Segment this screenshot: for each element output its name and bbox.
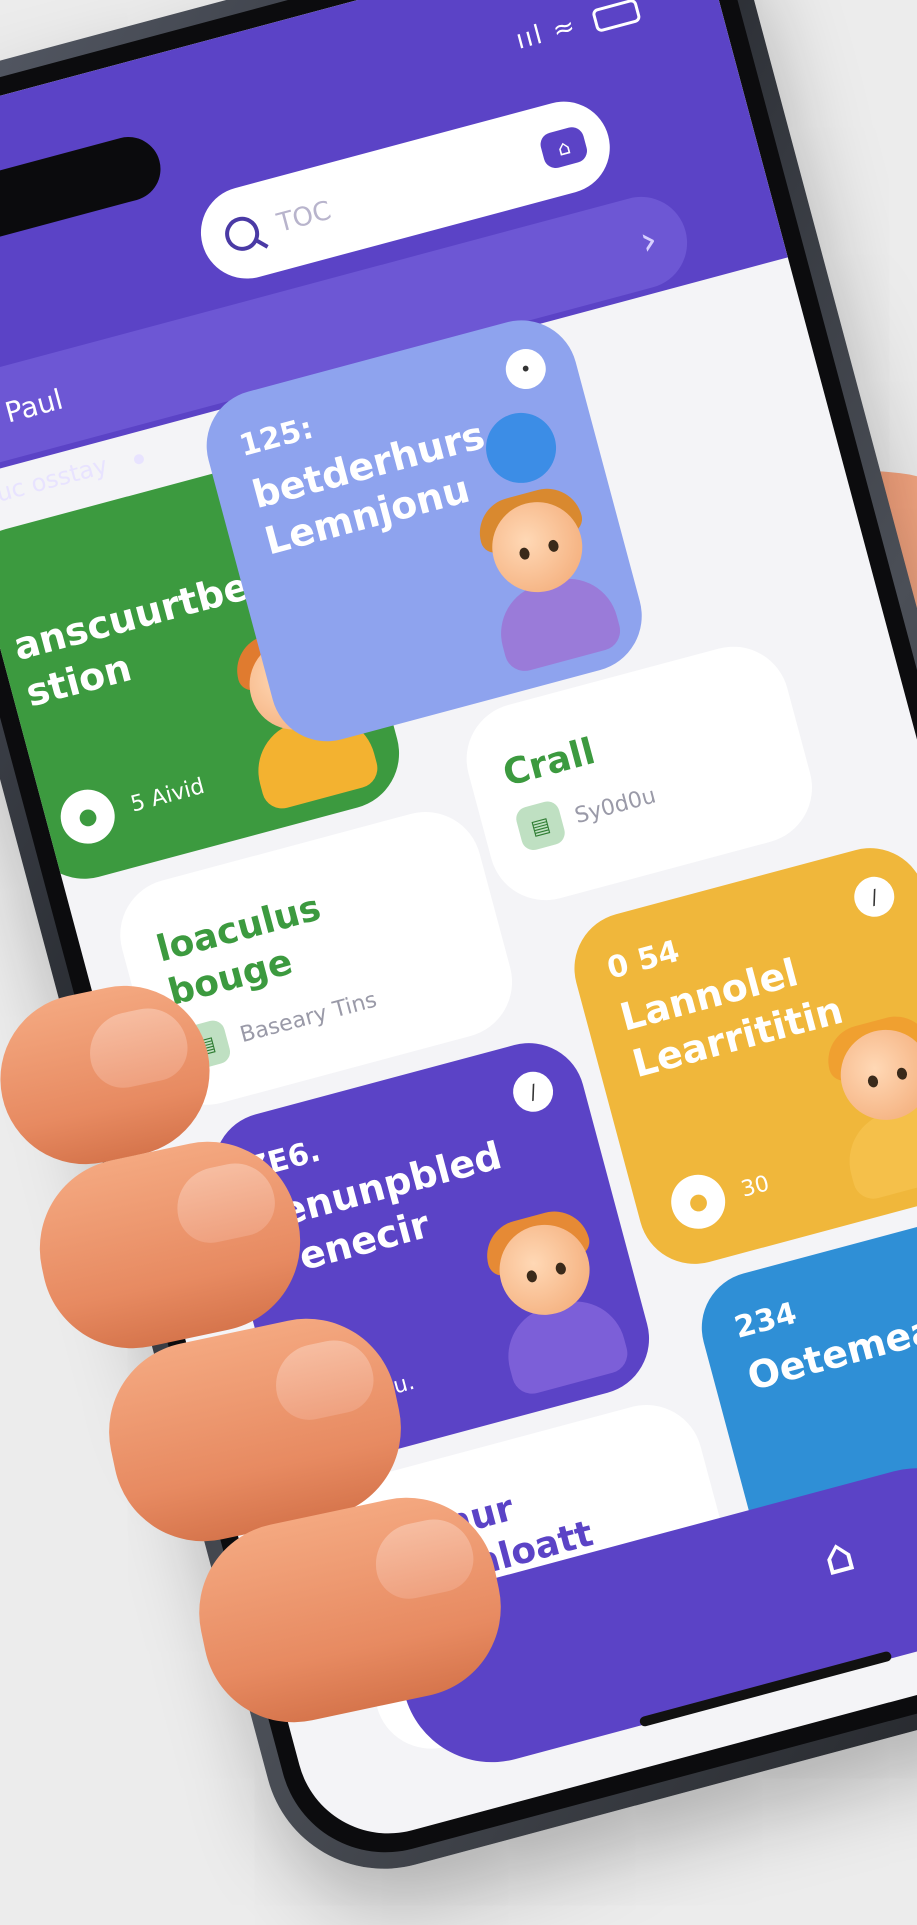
bag-icon[interactable]: ⌂: [537, 124, 590, 171]
card-subtitle: Sy0d0u: [572, 782, 659, 829]
book-icon: ▤: [513, 798, 568, 853]
search-icon: [221, 213, 263, 255]
card-footer-text: 5 Aivid: [127, 773, 208, 818]
play-icon[interactable]: ●: [665, 1168, 732, 1235]
card-footer: ● 30: [665, 1157, 776, 1235]
mascot-illustration: [451, 477, 630, 677]
home-icon[interactable]: ⌂: [817, 1526, 861, 1588]
play-icon[interactable]: ●: [54, 783, 121, 850]
card-subtitle: Baseary Tins: [237, 987, 380, 1048]
card-footer: ● 5 Aivid: [54, 759, 211, 850]
wifi-icon: ≈: [549, 10, 581, 46]
photo-scene: ııl ≈ TOC ⌂ m Paul › dojuc osstay / ansc…: [0, 0, 917, 1925]
mascot-illustration: [458, 1200, 637, 1400]
card-footer-text: 30: [738, 1170, 772, 1203]
dot-indicator: [133, 453, 146, 466]
